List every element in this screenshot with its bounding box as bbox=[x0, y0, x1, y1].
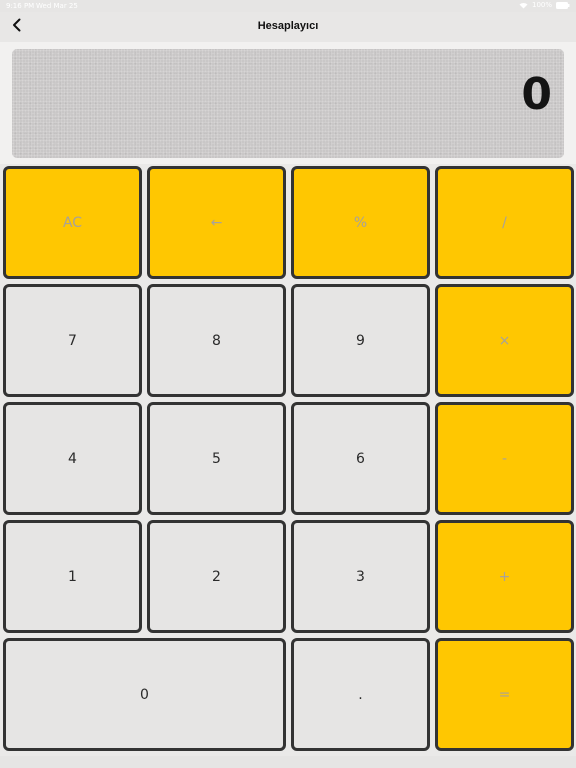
bottom-bar bbox=[0, 756, 576, 768]
battery-icon bbox=[556, 1, 570, 9]
multiply-button[interactable]: × bbox=[435, 284, 574, 397]
digit-0-button[interactable]: 0 bbox=[3, 638, 286, 751]
divide-button[interactable]: / bbox=[435, 166, 574, 279]
keypad: AC ← % / 7 8 9 × 4 5 6 - 1 2 3 + 0 . = bbox=[0, 164, 576, 756]
digit-2-button[interactable]: 2 bbox=[147, 520, 286, 633]
status-time: 9:16 PM bbox=[6, 2, 35, 10]
digit-3-button[interactable]: 3 bbox=[291, 520, 430, 633]
status-right: 100% bbox=[519, 1, 570, 9]
clear-button[interactable]: AC bbox=[3, 166, 142, 279]
backspace-button[interactable]: ← bbox=[147, 166, 286, 279]
percent-button[interactable]: % bbox=[291, 166, 430, 279]
digit-7-button[interactable]: 7 bbox=[3, 284, 142, 397]
display-value: 0 bbox=[521, 69, 552, 120]
digit-9-button[interactable]: 9 bbox=[291, 284, 430, 397]
navigation-bar: Hesaplayıcı bbox=[0, 12, 576, 42]
status-date: Wed Mar 25 bbox=[36, 2, 78, 10]
plus-button[interactable]: + bbox=[435, 520, 574, 633]
wifi-icon bbox=[519, 2, 528, 9]
calculator-display: 0 bbox=[12, 49, 564, 158]
status-bar: 9:16 PM Wed Mar 25 100% bbox=[0, 0, 576, 12]
display-area: 0 bbox=[0, 42, 576, 164]
minus-button[interactable]: - bbox=[435, 402, 574, 515]
equals-button[interactable]: = bbox=[435, 638, 574, 751]
digit-6-button[interactable]: 6 bbox=[291, 402, 430, 515]
decimal-button[interactable]: . bbox=[291, 638, 430, 751]
page-title: Hesaplayıcı bbox=[257, 20, 319, 32]
digit-1-button[interactable]: 1 bbox=[3, 520, 142, 633]
digit-5-button[interactable]: 5 bbox=[147, 402, 286, 515]
digit-8-button[interactable]: 8 bbox=[147, 284, 286, 397]
digit-4-button[interactable]: 4 bbox=[3, 402, 142, 515]
battery-percent: 100% bbox=[531, 1, 552, 9]
